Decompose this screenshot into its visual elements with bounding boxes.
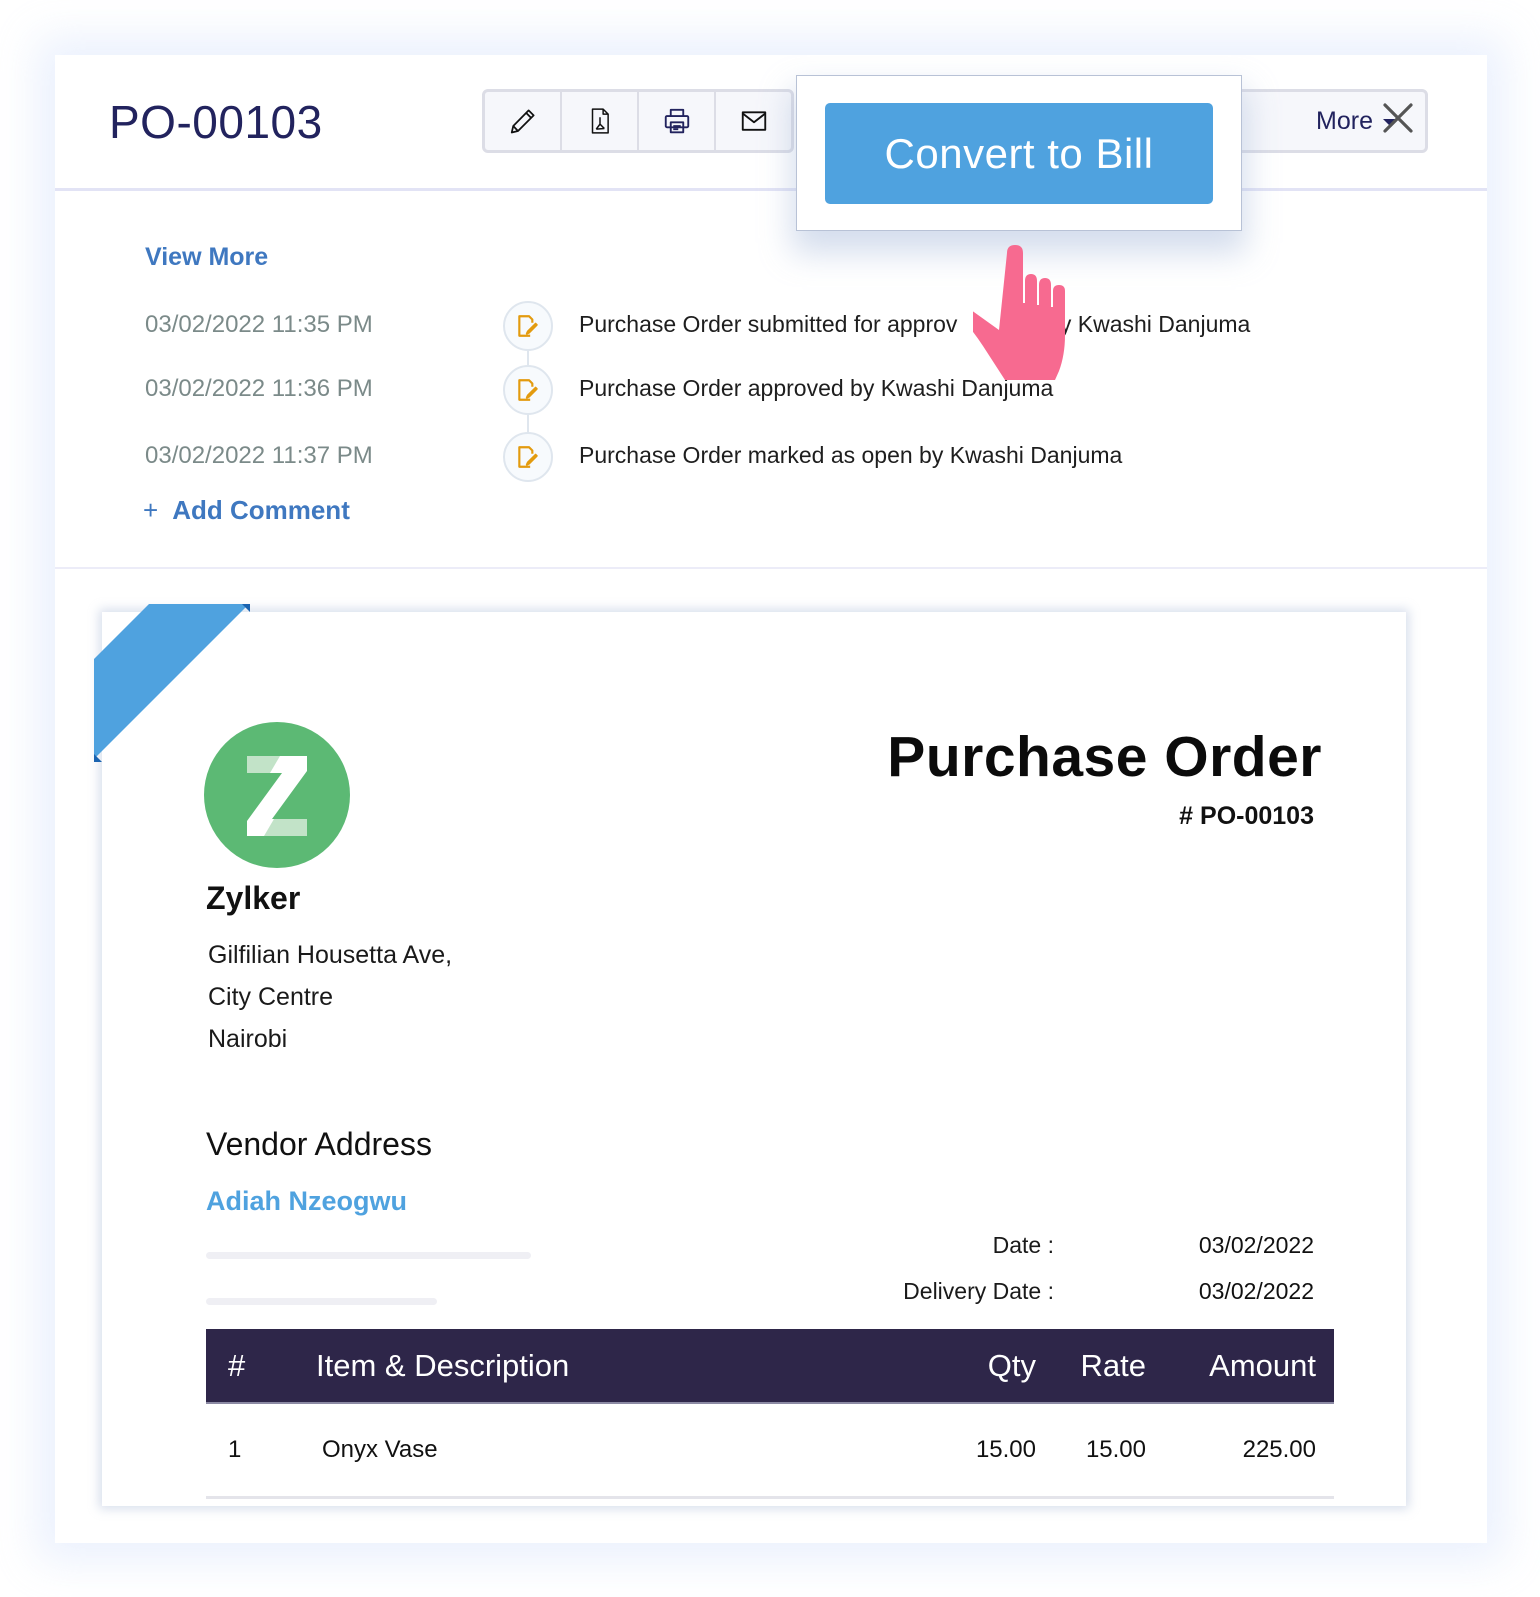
envelope-icon <box>741 111 766 131</box>
meta-row-delivery-date: Delivery Date : 03/02/2022 <box>864 1278 1314 1305</box>
table-header-row: # Item & Description Qty Rate Amount <box>206 1329 1334 1404</box>
document-edit-icon <box>518 379 538 401</box>
section-divider <box>55 567 1487 569</box>
vendor-name-link[interactable]: Adiah Nzeogwu <box>206 1186 407 1217</box>
column-header-item: Item & Description <box>316 1329 906 1404</box>
timeline-message-start: Purchase Order submitted for approv <box>579 311 958 337</box>
purchase-order-document: Open Zylker Gilfilian Housetta Ave, City… <box>94 604 1406 1506</box>
meta-row-date: Date : 03/02/2022 <box>864 1232 1314 1259</box>
address-placeholder-line <box>206 1252 531 1259</box>
column-header-rate: Rate <box>1036 1329 1146 1404</box>
document-edit-icon <box>518 446 538 468</box>
timeline-message: Purchase Order submitted for approv ary K… <box>579 311 1250 338</box>
timeline-entry: 03/02/2022 11:37 PM Purchase Order marke… <box>55 432 1487 482</box>
pencil-icon <box>510 109 534 134</box>
pdf-button[interactable] <box>562 92 639 150</box>
convert-popover: Convert to Bill <box>796 75 1242 231</box>
action-toolbar <box>482 89 794 153</box>
timeline-entry: 03/02/2022 11:35 PM Purchase Order submi… <box>55 301 1487 351</box>
pdf-icon <box>591 108 609 134</box>
timeline-icon-wrap <box>503 432 553 482</box>
row-item: Onyx Vase <box>322 1435 438 1463</box>
timeline-icon-wrap <box>503 365 553 415</box>
address-line: Gilfilian Housetta Ave, <box>208 941 453 969</box>
vendor-address-heading: Vendor Address <box>206 1126 432 1162</box>
edit-button[interactable] <box>485 92 562 150</box>
row-number: 1 <box>228 1435 242 1463</box>
close-icon <box>1383 103 1413 133</box>
status-ribbon <box>94 604 250 762</box>
delivery-date-value: 03/02/2022 <box>1198 1278 1314 1304</box>
document-number: # PO-00103 <box>1179 802 1314 830</box>
document-edit-icon <box>518 315 538 337</box>
view-more-link[interactable]: View More <box>145 243 268 272</box>
add-comment-link[interactable]: + Add Comment <box>143 495 350 526</box>
row-qty: 15.00 <box>975 1435 1036 1463</box>
pointer-hand-cursor-icon <box>973 245 1065 380</box>
timeline-entry: 03/02/2022 11:36 PM Purchase Order appro… <box>55 365 1487 415</box>
plus-icon: + <box>143 495 159 525</box>
timeline-icon-wrap <box>503 301 553 351</box>
printer-icon <box>664 108 689 134</box>
timeline-message: Purchase Order marked as open by Kwashi … <box>579 442 1123 468</box>
email-button[interactable] <box>716 92 791 150</box>
table-row: 1 Onyx Vase 15.00 15.00 225.00 <box>206 1403 1334 1497</box>
add-comment-label: Add Comment <box>172 495 350 525</box>
page-title: PO-00103 <box>109 96 323 148</box>
convert-to-bill-button[interactable]: Convert to Bill <box>825 103 1213 204</box>
timeline-time: 03/02/2022 11:36 PM <box>145 375 373 402</box>
document-title: Purchase Order <box>887 725 1322 789</box>
organization-address: Gilfilian Housetta Ave, City Centre Nair… <box>208 934 452 1060</box>
close-button[interactable] <box>1381 101 1415 135</box>
delivery-date-label: Delivery Date : <box>903 1278 1054 1304</box>
address-line: City Centre <box>208 983 334 1011</box>
row-rate: 15.00 <box>1085 1435 1146 1463</box>
date-label: Date : <box>992 1232 1054 1258</box>
more-label: More <box>1316 106 1373 135</box>
panel-header: PO-00103 More <box>55 55 1487 191</box>
row-amount: 225.00 <box>1242 1435 1316 1463</box>
column-header-amount: Amount <box>1146 1329 1334 1404</box>
organization-name: Zylker <box>206 880 301 916</box>
print-button[interactable] <box>639 92 716 150</box>
purchase-order-panel: PO-00103 More Convert to Bill View More … <box>55 55 1487 1543</box>
timeline-time: 03/02/2022 11:37 PM <box>145 442 373 469</box>
address-placeholder-line <box>206 1298 437 1305</box>
column-header-number: # <box>206 1329 316 1404</box>
line-items-table: # Item & Description Qty Rate Amount 1 O… <box>206 1329 1334 1499</box>
address-line: Nairobi <box>208 1025 288 1053</box>
column-header-qty: Qty <box>906 1329 1036 1404</box>
date-value: 03/02/2022 <box>1198 1232 1314 1258</box>
timeline-time: 03/02/2022 11:35 PM <box>145 311 373 338</box>
